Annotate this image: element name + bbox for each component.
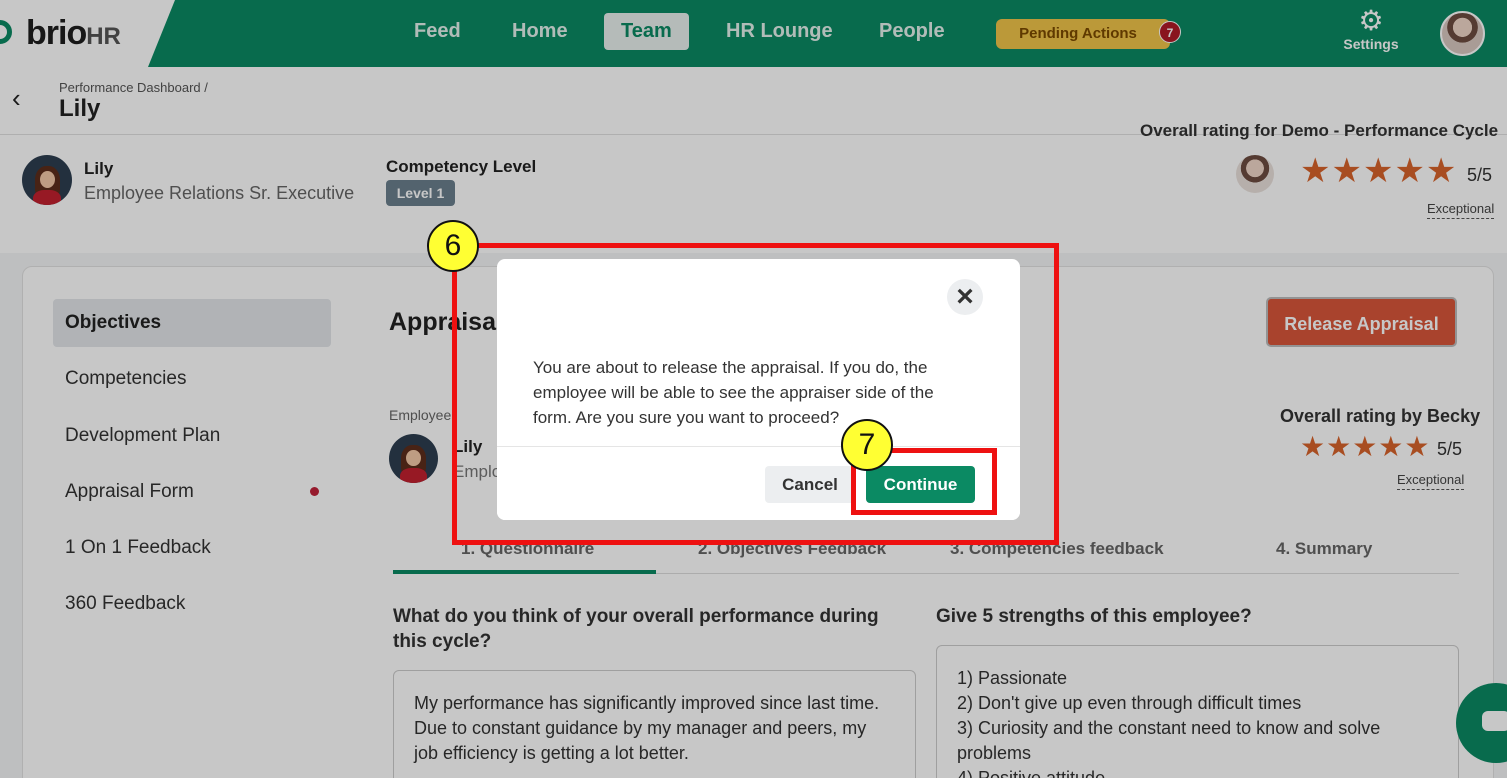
annotation-step-6: 6	[427, 220, 479, 272]
annotation-step-7: 7	[841, 419, 893, 471]
